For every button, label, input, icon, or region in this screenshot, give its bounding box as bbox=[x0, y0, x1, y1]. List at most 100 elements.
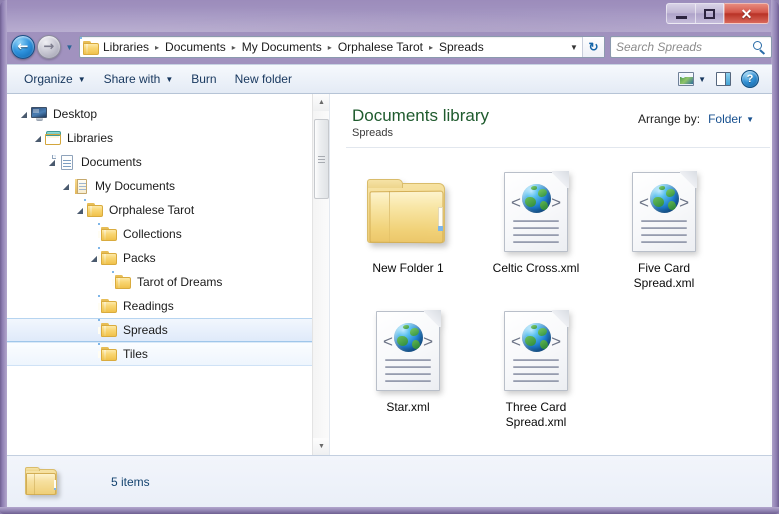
tree-item-label: Libraries bbox=[67, 131, 114, 145]
scrollbar-grip-icon bbox=[318, 154, 325, 165]
help-button[interactable]: ? bbox=[736, 67, 764, 91]
xml-file-icon: < > bbox=[504, 166, 569, 258]
arrange-by-button[interactable]: Folder ▼ bbox=[708, 112, 754, 126]
breadcrumb-item-orphalese-tarot[interactable]: Orphalese Tarot bbox=[335, 39, 426, 55]
breadcrumb-item-libraries[interactable]: Libraries bbox=[100, 39, 152, 55]
navigation-pane: ◢ Desktop ◢ Libraries ◢ Documents ◢ My Document… bbox=[7, 94, 330, 455]
chevron-down-icon: ▼ bbox=[570, 42, 578, 52]
new-folder-label: New folder bbox=[234, 72, 292, 86]
folder-icon bbox=[97, 295, 118, 314]
tree-item-label: Packs bbox=[123, 251, 156, 265]
libraries-icon bbox=[45, 130, 62, 146]
organize-button[interactable]: Organize ▼ bbox=[15, 68, 95, 90]
tree-item-label: Readings bbox=[123, 299, 174, 313]
status-bar: 5 items bbox=[7, 455, 772, 507]
title-bar bbox=[0, 0, 779, 32]
documents-icon bbox=[52, 154, 76, 170]
close-button[interactable]: ✕ bbox=[724, 3, 769, 24]
tree-item-packs[interactable]: ◢ Packs bbox=[7, 246, 329, 270]
show-preview-pane-button[interactable] bbox=[711, 69, 736, 89]
burn-button[interactable]: Burn bbox=[182, 68, 225, 90]
tree-item-tarot-of-dreams[interactable]: Tarot of Dreams bbox=[7, 270, 329, 294]
expander-open-icon[interactable]: ◢ bbox=[31, 126, 45, 150]
file-list-pane: Documents library Spreads Arrange by: Fo… bbox=[330, 94, 772, 455]
breadcrumb-separator-icon[interactable]: ▸ bbox=[152, 43, 162, 52]
search-input[interactable]: Search Spreads bbox=[616, 40, 753, 54]
tree-item-orphalese-tarot[interactable]: ◢ Orphalese Tarot bbox=[7, 198, 329, 222]
navigation-scrollbar[interactable]: ▲ ▼ bbox=[312, 94, 329, 455]
minimize-button[interactable] bbox=[666, 3, 695, 24]
folder-tree: ◢ Desktop ◢ Libraries ◢ Documents ◢ My Document… bbox=[7, 94, 329, 366]
breadcrumb-separator-icon[interactable]: ▸ bbox=[426, 43, 436, 52]
arrange-by-control: Arrange by: Folder ▼ bbox=[638, 106, 772, 126]
tree-item-desktop[interactable]: ◢ Desktop bbox=[7, 102, 329, 126]
refresh-icon: ↻ bbox=[588, 40, 599, 54]
file-item[interactable]: < > Three Card Spread.xml bbox=[472, 301, 600, 440]
burn-label: Burn bbox=[191, 72, 217, 86]
file-item[interactable]: < > Star.xml bbox=[344, 301, 472, 440]
expander-open-icon[interactable]: ◢ bbox=[17, 102, 31, 126]
scroll-down-button[interactable]: ▼ bbox=[313, 438, 329, 455]
breadcrumb: Libraries ▸ Documents ▸ My Documents ▸ Orphale… bbox=[100, 39, 487, 55]
tree-item-label: Documents bbox=[81, 155, 142, 169]
change-view-button[interactable]: ▼ bbox=[673, 69, 711, 89]
tree-item-my-documents[interactable]: ◢ My Documents bbox=[7, 174, 329, 198]
chevron-down-icon: ▼ bbox=[77, 74, 86, 84]
maximize-button[interactable] bbox=[695, 3, 724, 24]
help-icon: ? bbox=[741, 70, 759, 88]
search-icon bbox=[753, 40, 766, 55]
tree-item-spreads[interactable]: Spreads bbox=[7, 318, 329, 342]
recent-pages-button[interactable]: ▼ bbox=[64, 37, 75, 57]
breadcrumb-item-my-documents[interactable]: My Documents bbox=[239, 39, 325, 55]
refresh-button[interactable]: ↻ bbox=[582, 37, 604, 57]
close-icon: ✕ bbox=[740, 5, 753, 22]
new-folder-button[interactable]: New folder bbox=[226, 68, 301, 90]
scroll-up-button[interactable]: ▲ bbox=[313, 94, 329, 111]
scrollbar-thumb[interactable] bbox=[314, 119, 329, 199]
tree-item-label: Collections bbox=[123, 227, 182, 241]
arrange-by-label: Arrange by: bbox=[638, 112, 701, 126]
forward-button[interactable]: → bbox=[37, 35, 61, 59]
tree-item-label: Orphalese Tarot bbox=[109, 203, 195, 217]
share-with-button[interactable]: Share with ▼ bbox=[95, 68, 183, 90]
breadcrumb-separator-icon[interactable]: ▸ bbox=[229, 43, 239, 52]
forward-arrow-icon: → bbox=[43, 39, 55, 55]
search-box[interactable]: Search Spreads bbox=[610, 36, 772, 58]
chevron-down-icon: ▼ bbox=[746, 114, 754, 124]
folder-icon bbox=[111, 271, 132, 290]
folder-icon bbox=[367, 166, 449, 258]
chevron-down-icon: ▼ bbox=[165, 74, 174, 84]
breadcrumb-separator-icon[interactable]: ▸ bbox=[325, 43, 335, 52]
organize-label: Organize bbox=[24, 72, 73, 86]
file-grid: New Folder 1 < > Celtic Cross.xml < > Five Car… bbox=[330, 148, 772, 440]
address-dropdown-button[interactable]: ▼ bbox=[566, 43, 582, 52]
tree-item-documents[interactable]: ◢ Documents bbox=[7, 150, 329, 174]
expander-open-icon[interactable]: ◢ bbox=[59, 174, 73, 198]
tree-item-tiles[interactable]: Tiles bbox=[7, 342, 329, 366]
tree-item-label: Spreads bbox=[123, 323, 168, 337]
minimize-icon bbox=[675, 15, 687, 19]
back-button[interactable]: ← bbox=[11, 35, 35, 59]
folder-icon bbox=[97, 247, 118, 266]
file-item[interactable]: < > Five Card Spread.xml bbox=[600, 162, 728, 301]
explorer-body: ◢ Desktop ◢ Libraries ◢ Documents ◢ My Document… bbox=[7, 94, 772, 455]
tree-item-label: My Documents bbox=[95, 179, 176, 193]
folder-item[interactable]: New Folder 1 bbox=[344, 162, 472, 301]
tree-item-libraries[interactable]: ◢ Libraries bbox=[7, 126, 329, 150]
item-label: Five Card Spread.xml bbox=[633, 260, 695, 290]
page-subtitle: Spreads bbox=[352, 126, 393, 139]
page-title: Documents library bbox=[352, 106, 489, 125]
item-count-label: 5 items bbox=[111, 474, 150, 489]
tree-item-collections[interactable]: Collections bbox=[7, 222, 329, 246]
tree-item-readings[interactable]: Readings bbox=[7, 294, 329, 318]
file-item[interactable]: < > Celtic Cross.xml bbox=[472, 162, 600, 301]
xml-file-icon: < > bbox=[376, 305, 441, 397]
back-arrow-icon: ← bbox=[17, 39, 29, 55]
breadcrumb-item-documents[interactable]: Documents bbox=[162, 39, 229, 55]
address-bar[interactable]: Libraries ▸ Documents ▸ My Documents ▸ Orphale… bbox=[79, 36, 605, 58]
explorer-window: ✕ ← → ▼ Libraries ▸ Documents ▸ My Documents… bbox=[0, 0, 779, 514]
address-bar-row: ← → ▼ Libraries ▸ Documents ▸ My Documents ▸ O… bbox=[7, 32, 772, 62]
command-toolbar: Organize ▼ Share with ▼ Burn New folder … bbox=[7, 64, 772, 94]
breadcrumb-item-spreads[interactable]: Spreads bbox=[436, 39, 487, 55]
folder-icon bbox=[97, 343, 118, 362]
